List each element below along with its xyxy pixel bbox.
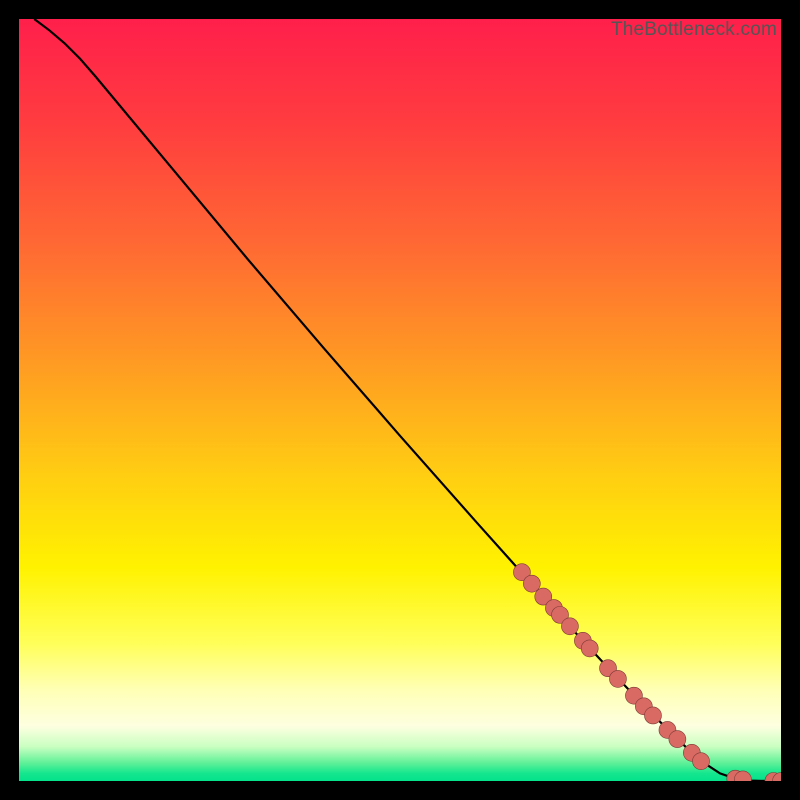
data-point — [581, 640, 598, 657]
data-point — [609, 670, 626, 687]
plot-frame: TheBottleneck.com — [19, 19, 781, 781]
main-curve — [34, 19, 781, 781]
data-point — [669, 731, 686, 748]
data-point — [561, 618, 578, 635]
data-point — [692, 753, 709, 770]
data-point — [644, 707, 661, 724]
watermark-text: TheBottleneck.com — [611, 19, 777, 41]
data-point — [523, 575, 540, 592]
scatter-markers — [513, 564, 781, 781]
chart-overlay — [19, 19, 781, 781]
